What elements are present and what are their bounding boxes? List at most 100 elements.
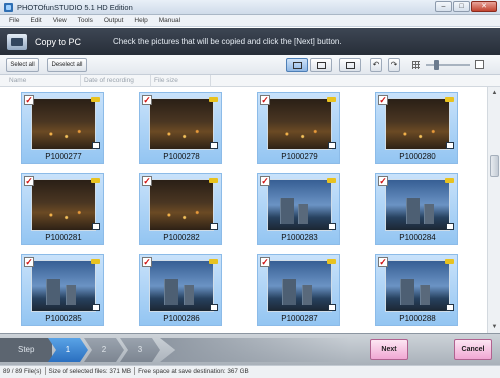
select-checkbox[interactable]: ✓ <box>24 95 34 105</box>
building-shape <box>280 198 294 224</box>
protect-key-icon <box>209 259 218 264</box>
building-shape <box>298 204 308 224</box>
select-checkbox[interactable]: ✓ <box>142 95 152 105</box>
selected-size: Size of selected files: 371 MB <box>48 368 132 375</box>
copy-to-pc-icon <box>7 33 27 50</box>
next-button[interactable]: Next <box>370 339 408 360</box>
protect-key-icon <box>445 259 454 264</box>
thumbnail-filename: P1000287 <box>281 314 318 323</box>
thumbnail-view-icon <box>293 62 302 69</box>
app-icon <box>4 2 13 12</box>
select-checkbox[interactable]: ✓ <box>260 176 270 186</box>
photo-preview <box>149 98 214 150</box>
building-shape <box>424 204 434 224</box>
photo-preview <box>267 260 332 312</box>
building-shape <box>420 285 430 305</box>
select-checkbox[interactable]: ✓ <box>142 176 152 186</box>
menu-view[interactable]: View <box>53 17 67 24</box>
rotate-left-button[interactable]: ↶ <box>370 58 382 72</box>
small-thumbnails-icon <box>412 61 420 69</box>
protect-key-icon <box>209 178 218 183</box>
column-file-size[interactable]: File size <box>151 75 211 87</box>
compare-view-button[interactable] <box>339 58 361 72</box>
thumbnail-item[interactable]: ✓ P1000283 <box>257 173 340 245</box>
menu-file[interactable]: File <box>9 17 19 24</box>
deselect-all-button[interactable]: Deselect all <box>47 58 87 72</box>
photo-preview <box>385 260 450 312</box>
thumbnail-filename: P1000284 <box>399 233 436 242</box>
thumbnail-filename: P1000278 <box>163 152 200 161</box>
display-icon <box>92 304 100 311</box>
column-name[interactable]: Name <box>6 75 81 87</box>
column-headers: Name Date of recording File size <box>0 75 500 87</box>
display-icon <box>328 223 336 230</box>
single-view-button[interactable] <box>310 58 332 72</box>
thumbnail-item[interactable]: ✓ P1000286 <box>139 254 222 326</box>
slider-thumb[interactable] <box>434 60 439 70</box>
scroll-thumb[interactable] <box>490 155 499 177</box>
thumbnail-view-button[interactable] <box>286 58 308 72</box>
thumbnail-size-slider[interactable] <box>426 60 470 70</box>
photo-preview <box>385 98 450 150</box>
protect-key-icon <box>209 97 218 102</box>
display-icon <box>328 304 336 311</box>
photo-preview <box>31 179 96 231</box>
scroll-up-icon[interactable]: ▲ <box>489 88 500 98</box>
thumbnail-item[interactable]: ✓ P1000281 <box>21 173 104 245</box>
select-checkbox[interactable]: ✓ <box>24 176 34 186</box>
thumbnail-item[interactable]: ✓ P1000279 <box>257 92 340 164</box>
building-shape <box>164 279 178 305</box>
thumbnail-filename: P1000280 <box>399 152 436 161</box>
building-shape <box>302 285 312 305</box>
display-icon <box>210 142 218 149</box>
display-icon <box>446 142 454 149</box>
select-checkbox[interactable]: ✓ <box>378 95 388 105</box>
thumbnail-item[interactable]: ✓ P1000284 <box>375 173 458 245</box>
step-1-indicator: 1 <box>48 338 88 362</box>
menu-edit[interactable]: Edit <box>30 17 41 24</box>
thumbnail-item[interactable]: ✓ P1000285 <box>21 254 104 326</box>
maximize-button[interactable]: □ <box>453 1 470 12</box>
minimize-button[interactable]: – <box>435 1 452 12</box>
select-all-button[interactable]: Select all <box>6 58 39 72</box>
select-checkbox[interactable]: ✓ <box>260 95 270 105</box>
vertical-scrollbar[interactable]: ▲ ▼ <box>487 87 500 333</box>
select-checkbox[interactable]: ✓ <box>142 257 152 267</box>
thumbnail-item[interactable]: ✓ P1000278 <box>139 92 222 164</box>
thumbnail-item[interactable]: ✓ P1000287 <box>257 254 340 326</box>
close-button[interactable]: ✕ <box>471 1 497 12</box>
single-view-icon <box>317 62 326 69</box>
building-shape <box>184 285 194 305</box>
menu-output[interactable]: Output <box>104 17 124 24</box>
building-shape <box>400 279 414 305</box>
menu-help[interactable]: Help <box>134 17 147 24</box>
thumbnail-item[interactable]: ✓ P1000277 <box>21 92 104 164</box>
photo-preview <box>149 179 214 231</box>
select-checkbox[interactable]: ✓ <box>260 257 270 267</box>
step-track <box>160 338 350 362</box>
file-count: 89 / 89 File(s) <box>3 368 42 375</box>
display-icon <box>446 223 454 230</box>
photo-preview <box>149 260 214 312</box>
scroll-down-icon[interactable]: ▼ <box>489 322 500 332</box>
select-checkbox[interactable]: ✓ <box>378 176 388 186</box>
thumbnail-filename: P1000283 <box>281 233 318 242</box>
building-shape <box>46 279 60 305</box>
window-controls: – □ ✕ <box>435 1 497 12</box>
thumbnail-item[interactable]: ✓ P1000280 <box>375 92 458 164</box>
cancel-button[interactable]: Cancel <box>454 339 492 360</box>
menu-tools[interactable]: Tools <box>78 17 93 24</box>
protect-key-icon <box>91 178 100 183</box>
thumbnail-filename: P1000277 <box>45 152 82 161</box>
select-checkbox[interactable]: ✓ <box>378 257 388 267</box>
thumbnail-filename: P1000286 <box>163 314 200 323</box>
step-3-indicator: 3 <box>120 338 160 362</box>
thumbnail-item[interactable]: ✓ P1000282 <box>139 173 222 245</box>
rotate-right-button[interactable]: ↷ <box>388 58 400 72</box>
thumbnail-item[interactable]: ✓ P1000288 <box>375 254 458 326</box>
status-divider <box>134 367 136 376</box>
thumbnail-filename: P1000288 <box>399 314 436 323</box>
select-checkbox[interactable]: ✓ <box>24 257 34 267</box>
column-date[interactable]: Date of recording <box>81 75 151 87</box>
menu-manual[interactable]: Manual <box>159 17 180 24</box>
